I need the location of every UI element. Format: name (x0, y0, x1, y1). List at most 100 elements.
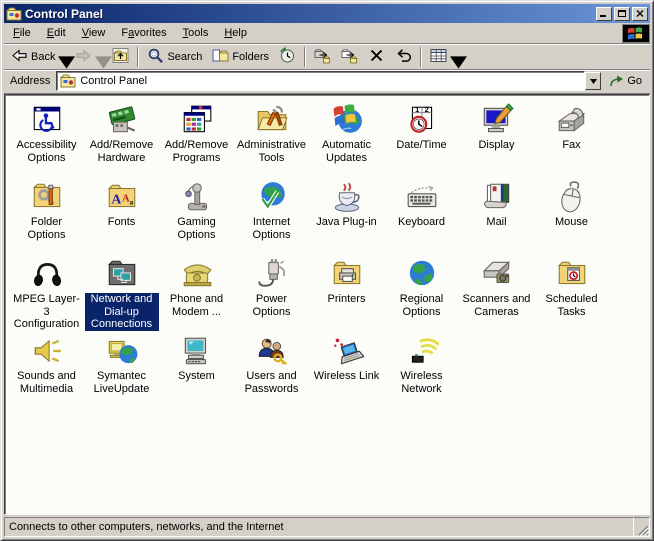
network-connections-icon (105, 257, 139, 291)
resize-grip[interactable] (634, 517, 650, 537)
folders-button[interactable]: Folders (207, 46, 274, 68)
window-title: Control Panel (25, 7, 594, 21)
cpl-item-mouse[interactable]: Mouse (534, 178, 609, 255)
menu-tools[interactable]: Tools (175, 24, 217, 42)
power-options-icon (255, 257, 289, 291)
cpl-item-system[interactable]: System (159, 332, 234, 409)
address-value: Control Panel (80, 75, 584, 87)
cpl-item-fonts[interactable]: AAaFonts (84, 178, 159, 255)
undo-button[interactable] (390, 46, 417, 68)
cpl-item-folder-options[interactable]: Folder Options (9, 178, 84, 255)
users-passwords-icon (255, 334, 289, 368)
cpl-item-accessibility-options[interactable]: Accessibility Options (9, 101, 84, 178)
move-to-button[interactable] (309, 46, 336, 68)
address-dropdown-button[interactable] (585, 72, 601, 90)
cpl-item-fax[interactable]: Fax (534, 101, 609, 178)
toolbar: Back Search Folders (4, 44, 650, 70)
item-label: Regional Options (385, 293, 459, 318)
svg-text:a: a (129, 197, 133, 206)
cpl-item-java-plug-in[interactable]: Java Plug-in (309, 178, 384, 255)
status-text: Connects to other computers, networks, a… (9, 521, 284, 533)
phone-modem-icon (180, 257, 214, 291)
views-button[interactable] (425, 46, 462, 68)
mouse-icon (555, 180, 589, 214)
search-label: Search (167, 51, 202, 63)
menu-favorites[interactable]: Favorites (113, 24, 174, 42)
cpl-item-internet-options[interactable]: Internet Options (234, 178, 309, 255)
toolbar-separator (420, 47, 422, 67)
cpl-item-display[interactable]: Display (459, 101, 534, 178)
cpl-item-sounds-and-multimedia[interactable]: Sounds and Multimedia (9, 332, 84, 409)
scanners-cameras-icon (480, 257, 514, 291)
cpl-item-date-time[interactable]: 12Date/Time (384, 101, 459, 178)
cpl-item-add-remove-hardware[interactable]: Add/Remove Hardware (84, 101, 159, 178)
cpl-item-mpeg-layer-3-configuration[interactable]: MPEG Layer-3 Configuration (9, 255, 84, 332)
cpl-item-phone-and-modem[interactable]: Phone and Modem ... (159, 255, 234, 332)
cpl-item-users-and-passwords[interactable]: Users and Passwords (234, 332, 309, 409)
go-button[interactable]: Go (605, 70, 648, 92)
delete-button[interactable] (363, 46, 390, 68)
control-panel-folder-icon (60, 73, 76, 89)
cpl-item-wireless-link[interactable]: Wireless Link (309, 332, 384, 409)
menu-file[interactable]: File (5, 24, 39, 42)
cpl-item-symantec-liveupdate[interactable]: Symantec LiveUpdate (84, 332, 159, 409)
sounds-multimedia-icon (30, 334, 64, 368)
back-button[interactable]: Back (6, 46, 70, 68)
folders-icon (212, 47, 229, 67)
forward-arrow-icon (75, 47, 92, 67)
icon-grid: Accessibility OptionsAdd/Remove Hardware… (9, 101, 649, 409)
menu-bar: FileEditViewFavoritesToolsHelp (4, 23, 650, 44)
chevron-down-icon[interactable] (58, 54, 65, 59)
cpl-item-printers[interactable]: Printers (309, 255, 384, 332)
cpl-item-scheduled-tasks[interactable]: Scheduled Tasks (534, 255, 609, 332)
keyboard-icon (405, 180, 439, 214)
fonts-icon: AAa (105, 180, 139, 214)
folders-label: Folders (232, 51, 269, 63)
forward-button[interactable] (70, 46, 107, 68)
close-button[interactable] (632, 7, 648, 21)
move-to-icon (314, 47, 331, 67)
system-icon (180, 334, 214, 368)
regional-options-icon (405, 257, 439, 291)
cpl-item-add-remove-programs[interactable]: Add/Remove Programs (159, 101, 234, 178)
scheduled-tasks-icon (555, 257, 589, 291)
item-label: Folder Options (10, 216, 84, 241)
status-panel: Connects to other computers, networks, a… (4, 517, 634, 537)
cpl-item-power-options[interactable]: Power Options (234, 255, 309, 332)
cpl-item-administrative-tools[interactable]: Administrative Tools (234, 101, 309, 178)
item-label: Display (477, 139, 515, 152)
item-label: Fax (561, 139, 581, 152)
menu-help[interactable]: Help (216, 24, 255, 42)
cpl-item-regional-options[interactable]: Regional Options (384, 255, 459, 332)
chevron-down-icon[interactable] (95, 54, 102, 59)
address-input[interactable]: Control Panel (56, 71, 585, 91)
cpl-item-automatic-updates[interactable]: Automatic Updates (309, 101, 384, 178)
display-icon (480, 103, 514, 137)
status-bar: Connects to other computers, networks, a… (4, 517, 650, 537)
title-bar[interactable]: Control Panel (4, 4, 650, 23)
cpl-item-keyboard[interactable]: Keyboard (384, 178, 459, 255)
cpl-item-network-and-dial-up-connections[interactable]: Network and Dial-up Connections (84, 255, 159, 332)
search-button[interactable]: Search (142, 46, 207, 68)
accessibility-icon (30, 103, 64, 137)
minimize-button[interactable] (596, 7, 612, 21)
maximize-button[interactable] (614, 7, 630, 21)
menu-edit[interactable]: Edit (39, 24, 74, 42)
cpl-item-wireless-network[interactable]: Wireless Network (384, 332, 459, 409)
item-label: Users and Passwords (235, 370, 309, 395)
cpl-item-scanners-and-cameras[interactable]: Scanners and Cameras (459, 255, 534, 332)
menu-view[interactable]: View (74, 24, 114, 42)
item-label: Mouse (554, 216, 589, 229)
printers-icon (330, 257, 364, 291)
toolbar-separator (137, 47, 139, 67)
cpl-item-mail[interactable]: Mail (459, 178, 534, 255)
delete-icon (368, 47, 385, 67)
item-label: Accessibility Options (10, 139, 84, 164)
item-label: Sounds and Multimedia (10, 370, 84, 395)
cpl-item-gaming-options[interactable]: Gaming Options (159, 178, 234, 255)
copy-to-button[interactable] (336, 46, 363, 68)
undo-icon (395, 47, 412, 67)
chevron-down-icon[interactable] (450, 54, 457, 59)
item-label: Keyboard (397, 216, 446, 229)
history-button[interactable] (274, 46, 301, 68)
